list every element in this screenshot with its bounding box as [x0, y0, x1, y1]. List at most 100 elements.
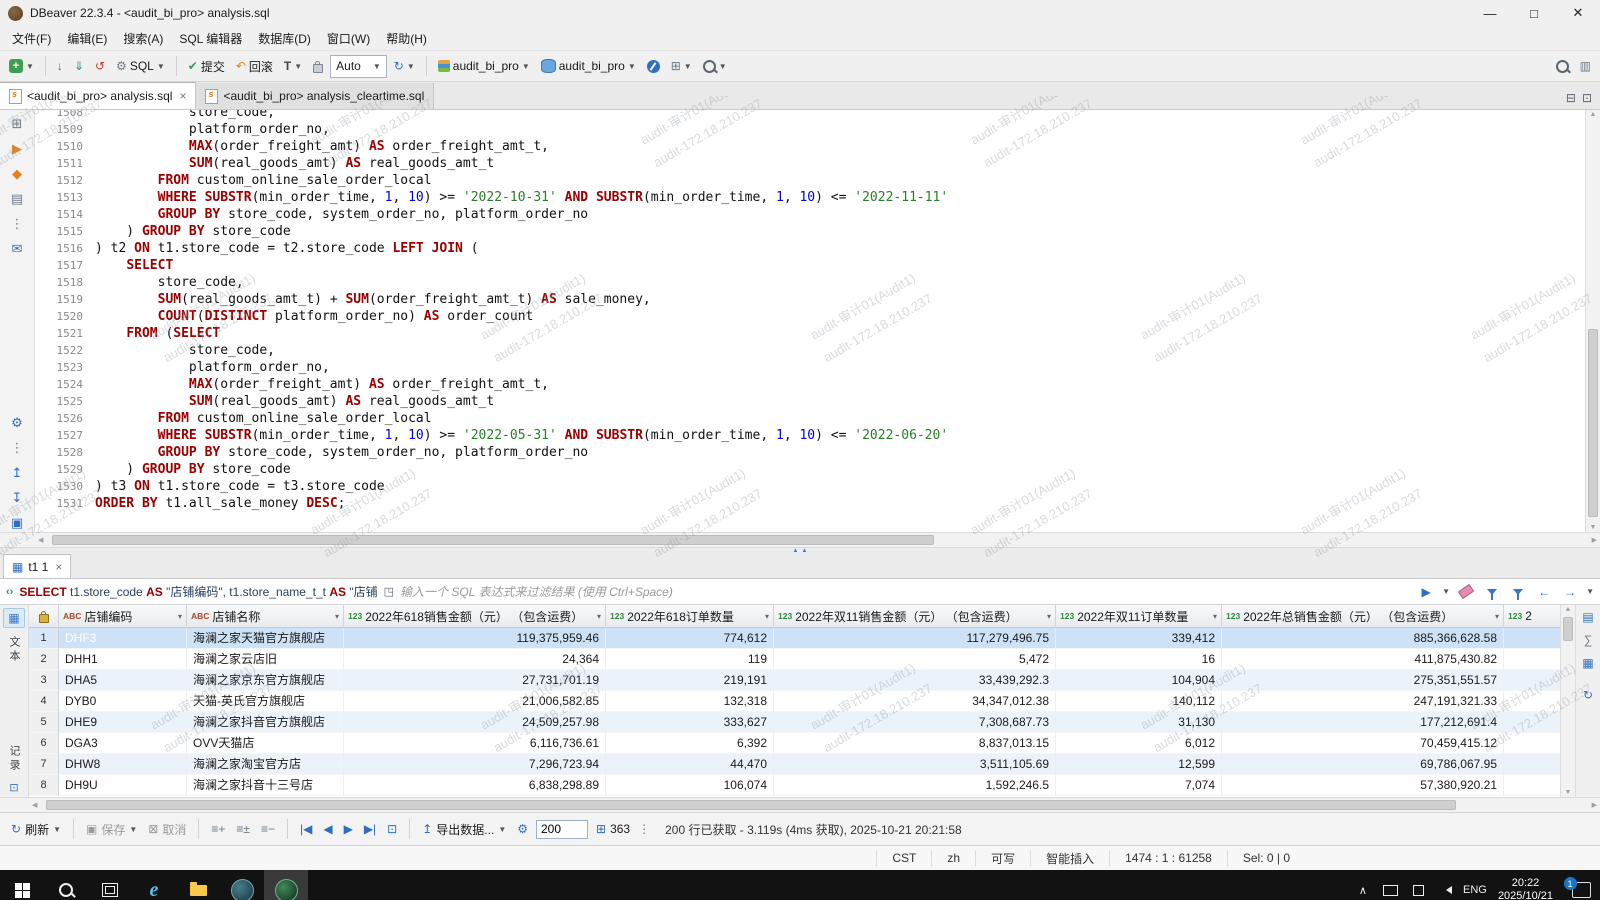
row-number-cell[interactable]: 8 — [29, 775, 59, 796]
menu-item[interactable]: 搜索(A) — [115, 27, 171, 50]
column-header[interactable]: 123 2022年618订单数量 ▾ — [606, 605, 774, 628]
cancel-button[interactable]: ⊠ 取消 — [145, 819, 189, 840]
column-filter-caret-icon[interactable]: ▾ — [597, 612, 601, 621]
duplicate-row-icon[interactable]: ≡± — [233, 820, 253, 838]
grid-view-icon[interactable]: ▦ — [3, 608, 25, 628]
edit-filter-icon[interactable] — [1482, 582, 1502, 602]
menu-item[interactable]: SQL 编辑器 — [171, 27, 250, 50]
editor-vertical-scrollbar[interactable]: ▲ ▼ — [1585, 110, 1600, 532]
metadata-panel-icon[interactable]: ▦ — [1582, 656, 1593, 670]
column-header[interactable]: 123 2022年双11订单数量 ▾ — [1056, 605, 1222, 628]
navigate-button[interactable] — [643, 54, 664, 78]
search-button[interactable]: ▼ — [699, 54, 731, 78]
scrollbar-thumb[interactable] — [46, 800, 1456, 810]
column-filter-caret-icon[interactable]: ▾ — [1495, 612, 1499, 621]
row-number-cell[interactable]: 3 — [29, 670, 59, 691]
table-cell[interactable]: DHW8 — [59, 754, 187, 775]
action-center-button[interactable]: 1 — [1562, 870, 1600, 900]
column-filter-caret-icon[interactable]: ▾ — [1213, 612, 1217, 621]
row-number-cell[interactable]: 5 — [29, 712, 59, 733]
scrollbar-thumb[interactable] — [52, 535, 934, 545]
row-header-corner[interactable] — [29, 605, 59, 628]
column-header[interactable]: 123 2022年总销售金额（元） （包含运费） ▾ — [1222, 605, 1504, 628]
volume-tray-icon[interactable] — [1433, 870, 1461, 900]
grid-settings-gear-icon[interactable]: ⚙ — [514, 820, 531, 838]
table-cell[interactable]: 海澜之家抖音官方旗舰店 — [187, 712, 344, 733]
menu-item[interactable]: 帮助(H) — [378, 27, 435, 50]
column-filter-caret-icon[interactable]: ▾ — [1047, 612, 1051, 621]
table-cell[interactable]: 7,308,687.73 — [774, 712, 1056, 733]
table-cell[interactable]: 3,511,105.69 — [774, 754, 1056, 775]
network-tray-icon[interactable] — [1405, 870, 1433, 900]
table-cell[interactable]: 6,012 — [1056, 733, 1222, 754]
taskbar-search-button[interactable] — [44, 870, 88, 900]
table-cell[interactable]: 1,592,246.5 — [774, 775, 1056, 796]
table-cell[interactable]: 132,318 — [606, 691, 774, 712]
table-cell[interactable]: 海澜之家天猫官方旗舰店 — [187, 628, 344, 649]
scrollbar-thumb[interactable] — [1563, 617, 1573, 641]
scroll-up-icon[interactable]: ▲ — [1586, 111, 1600, 118]
table-cell[interactable]: 海澜之家京东官方旗舰店 — [187, 670, 344, 691]
table-cell[interactable]: 7,296,723.94 — [344, 754, 606, 775]
table-cell[interactable]: 119 — [606, 649, 774, 670]
results-tab[interactable]: ▦ t1 1 × — [3, 554, 72, 578]
table-cell[interactable] — [1504, 775, 1560, 796]
perspective-button[interactable]: ▥ — [1576, 54, 1595, 78]
table-cell[interactable]: DHH1 — [59, 649, 187, 670]
task-view-button[interactable] — [88, 870, 132, 900]
editor-results-splitter[interactable]: ▲ ▲ — [0, 547, 1600, 554]
scrollbar-thumb[interactable] — [1588, 329, 1598, 518]
table-cell[interactable]: 275,351,551.57 — [1222, 670, 1504, 691]
table-cell[interactable]: 海澜之家淘宝官方店 — [187, 754, 344, 775]
scroll-left-icon[interactable]: ◀ — [38, 533, 43, 547]
row-number-cell[interactable]: 1 — [29, 628, 59, 649]
calc-panel-icon[interactable]: ∑ — [1584, 633, 1593, 647]
table-cell[interactable]: 6,116,736.61 — [344, 733, 606, 754]
table-cell[interactable]: 117,279,496.75 — [774, 628, 1056, 649]
add-row-icon[interactable]: ≡+ — [208, 820, 228, 838]
save-button[interactable]: ▣ 保存 ▼ — [83, 819, 140, 840]
table-cell[interactable] — [1504, 670, 1560, 691]
first-page-icon[interactable]: |◀ — [297, 820, 315, 838]
column-header[interactable]: 123 2022年双11销售金额（元） （包含运费） ▾ — [774, 605, 1056, 628]
language-indicator[interactable]: ENG — [1461, 870, 1489, 900]
export-icon[interactable]: ↥ — [6, 463, 28, 482]
app-button-dbeaver[interactable] — [264, 870, 308, 900]
table-cell[interactable]: 339,412 — [1056, 628, 1222, 649]
table-cell[interactable]: 33,439,292.3 — [774, 670, 1056, 691]
column-filter-caret-icon[interactable]: ▾ — [178, 612, 182, 621]
commit-button[interactable]: ✔ 提交 — [184, 54, 229, 78]
menu-item[interactable]: 文件(F) — [4, 27, 59, 50]
close-button[interactable]: ✕ — [1556, 0, 1600, 26]
execute-statement-icon[interactable]: ▶ — [6, 139, 28, 158]
editor-tab[interactable]: <audit_bi_pro> analysis.sql × — [0, 82, 197, 109]
menu-item[interactable]: 窗口(W) — [319, 27, 378, 50]
table-cell[interactable]: DHE9 — [59, 712, 187, 733]
table-cell[interactable]: DHF3 — [59, 628, 187, 649]
table-cell[interactable]: 70,459,415.12 — [1222, 733, 1504, 754]
refresh-panel-icon[interactable]: ↻ — [1583, 688, 1593, 702]
copy-icon[interactable]: ▤ — [6, 189, 28, 208]
minimize-pane-icon[interactable]: ⊟ — [1566, 91, 1576, 105]
scroll-left-icon[interactable]: ◀ — [32, 798, 37, 812]
table-cell[interactable]: 6,838,298.89 — [344, 775, 606, 796]
scroll-right-icon[interactable]: ▶ — [1592, 533, 1597, 547]
maximize-button[interactable]: □ — [1512, 0, 1556, 26]
table-cell[interactable]: 106,074 — [606, 775, 774, 796]
schema-selector[interactable]: audit_bi_pro ▼ — [537, 54, 640, 78]
import-icon[interactable]: ↧ — [6, 488, 28, 507]
table-cell[interactable]: 8,837,013.15 — [774, 733, 1056, 754]
table-cell[interactable]: 12,599 — [1056, 754, 1222, 775]
table-cell[interactable]: DHA5 — [59, 670, 187, 691]
tray-expand-icon[interactable]: ∧ — [1349, 870, 1377, 900]
expand-filter-icon[interactable]: ◳ — [384, 585, 394, 598]
table-cell[interactable]: 219,191 — [606, 670, 774, 691]
explain-plan-button[interactable]: ⊞ ▼ — [667, 54, 696, 78]
column-header[interactable]: ABC 店铺编码 ▾ — [59, 605, 187, 628]
settings-gear-icon[interactable]: ⚙ — [6, 413, 28, 432]
start-button[interactable] — [0, 870, 44, 900]
menu-item[interactable]: 数据库(D) — [250, 27, 319, 50]
editor-horizontal-scrollbar[interactable]: ◀ ▶ — [0, 532, 1600, 547]
table-cell[interactable]: 24,364 — [344, 649, 606, 670]
column-filter-caret-icon[interactable]: ▾ — [765, 612, 769, 621]
